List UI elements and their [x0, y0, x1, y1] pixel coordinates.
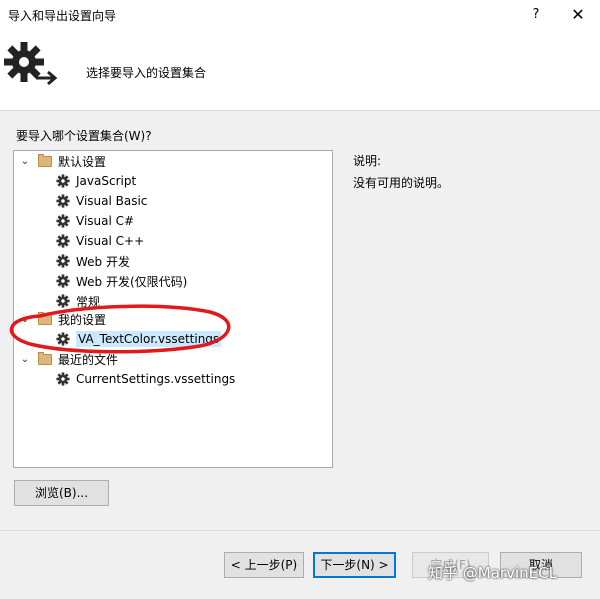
tree-item[interactable]: JavaScript: [56, 171, 136, 191]
watermark: 知乎 @MarvinECL: [428, 564, 557, 582]
tree-item-label: Web 开发: [76, 254, 130, 269]
folder-icon: [38, 311, 52, 325]
tree-item[interactable]: Web 开发(仅限代码): [56, 271, 187, 291]
wizard-header: 选择要导入的设置集合: [0, 30, 600, 111]
tree-item[interactable]: Web 开发: [56, 251, 130, 271]
tree-group-label: 最近的文件: [58, 352, 119, 367]
tree-item[interactable]: CurrentSettings.vssettings: [56, 369, 235, 389]
tree-group-recent-files[interactable]: ⌄ 最近的文件: [14, 349, 118, 369]
next-button[interactable]: 下一步(N) >: [313, 552, 396, 578]
chevron-down-icon[interactable]: ⌄: [18, 314, 32, 325]
folder-icon: [38, 351, 52, 365]
tree-item-selected[interactable]: VA_TextColor.vssettings: [56, 329, 222, 349]
title-bar: 导入和导出设置向导 ? ✕: [0, 0, 600, 30]
tree-item[interactable]: Visual C++: [56, 231, 144, 251]
gear-icon: [56, 372, 70, 386]
chevron-down-icon[interactable]: ⌄: [18, 156, 32, 167]
tree-item-label: 常规: [76, 294, 101, 309]
settings-tree[interactable]: ⌄ 默认设置 JavaScript Visual Basic Visual C#…: [13, 150, 333, 468]
window-title: 导入和导出设置向导: [8, 9, 117, 23]
tree-item[interactable]: Visual Basic: [56, 191, 147, 211]
close-button[interactable]: ✕: [564, 4, 592, 26]
gear-icon: [56, 214, 70, 228]
gear-icon: [56, 234, 70, 248]
tree-item-label: Visual Basic: [76, 194, 148, 208]
tree-item-label: JavaScript: [76, 174, 137, 188]
tree-group-label: 我的设置: [58, 312, 107, 327]
description-label: 说明:: [353, 154, 382, 168]
description-text: 没有可用的说明。: [353, 176, 450, 190]
tree-item-label: Web 开发(仅限代码): [76, 274, 188, 289]
tree-item-label: Visual C#: [76, 214, 135, 228]
folder-icon: [38, 153, 52, 167]
gear-icon: [56, 294, 70, 308]
settings-export-icon: [4, 42, 58, 86]
tree-group-default[interactable]: ⌄ 默认设置: [14, 151, 106, 171]
gear-icon: [56, 254, 70, 268]
tree-item[interactable]: Visual C#: [56, 211, 134, 231]
prev-button[interactable]: < 上一步(P): [224, 552, 304, 578]
tree-item-label: CurrentSettings.vssettings: [76, 372, 236, 386]
tree-item-label: Visual C++: [76, 234, 145, 248]
footer-divider: [0, 530, 600, 531]
tree-label: 要导入哪个设置集合(W)?: [16, 129, 152, 143]
tree-group-label: 默认设置: [58, 154, 107, 169]
page-title: 选择要导入的设置集合: [86, 66, 207, 80]
gear-icon: [56, 274, 70, 288]
tree-group-my-settings[interactable]: ⌄ 我的设置: [14, 309, 106, 329]
gear-icon: [56, 174, 70, 188]
tree-item[interactable]: 常规: [56, 291, 100, 311]
gear-icon: [56, 332, 70, 346]
chevron-down-icon[interactable]: ⌄: [18, 354, 32, 365]
gear-icon: [56, 194, 70, 208]
help-button[interactable]: ?: [524, 4, 548, 26]
tree-item-label: VA_TextColor.vssettings: [76, 331, 222, 347]
browse-button[interactable]: 浏览(B)...: [14, 480, 109, 506]
